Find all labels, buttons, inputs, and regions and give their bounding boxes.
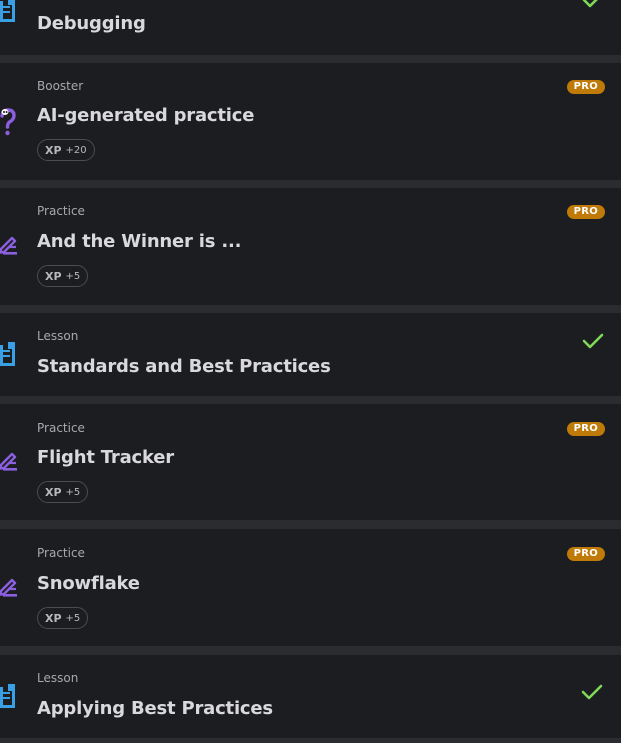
- list-item-and-the-winner-is[interactable]: Practice And the Winner is ... XP +5 PRO: [0, 188, 621, 305]
- item-title: Flight Tracker: [37, 447, 174, 468]
- list-item-debugging[interactable]: Debugging: [0, 0, 621, 55]
- pencil-icon: [0, 575, 18, 597]
- xp-label: XP: [45, 143, 62, 157]
- pro-badge: PRO: [566, 205, 605, 219]
- pencil-icon: [0, 233, 18, 255]
- lesson-doc-icon: [0, 684, 16, 710]
- question-mark-icon: [0, 107, 16, 137]
- xp-badge: XP +5: [37, 607, 89, 629]
- list-item-ai-generated-practice[interactable]: Booster AI-generated practice XP +20 PRO: [0, 63, 621, 180]
- list-item-snowflake[interactable]: Practice Snowflake XP +5 PRO: [0, 529, 621, 646]
- xp-label: XP: [45, 611, 62, 625]
- xp-value: +20: [65, 144, 87, 156]
- item-title: And the Winner is ...: [37, 231, 242, 252]
- item-type-label: Practice: [37, 204, 85, 218]
- xp-badge: XP +5: [37, 265, 89, 287]
- pencil-icon: [0, 449, 18, 471]
- check-icon: [581, 684, 603, 700]
- xp-value: +5: [65, 486, 81, 498]
- xp-badge: XP +5: [37, 481, 89, 503]
- check-icon: [582, 333, 604, 349]
- item-title: Standards and Best Practices: [37, 356, 331, 377]
- item-title: AI-generated practice: [37, 105, 255, 126]
- pro-badge: PRO: [566, 547, 605, 561]
- item-type-label: Lesson: [37, 671, 79, 685]
- item-type-label: Practice: [37, 546, 85, 560]
- item-type-label: Booster: [37, 79, 84, 93]
- pro-badge: PRO: [566, 80, 605, 94]
- xp-badge: XP +20: [37, 139, 95, 161]
- list-item-applying-best-practices[interactable]: Lesson Applying Best Practices: [0, 655, 621, 738]
- check-icon: [582, 0, 604, 8]
- xp-label: XP: [45, 485, 62, 499]
- xp-value: +5: [65, 270, 81, 282]
- xp-value: +5: [65, 612, 81, 624]
- pro-badge: PRO: [566, 422, 605, 436]
- xp-label: XP: [45, 269, 62, 283]
- item-type-label: Practice: [37, 421, 85, 435]
- lesson-doc-icon: [0, 0, 16, 24]
- lesson-doc-icon: [0, 342, 16, 368]
- list-item-standards-and-best-practices[interactable]: Lesson Standards and Best Practices: [0, 313, 621, 396]
- list-item-flight-tracker[interactable]: Practice Flight Tracker XP +5 PRO: [0, 404, 621, 520]
- item-title: Snowflake: [37, 573, 140, 594]
- item-type-label: Lesson: [37, 329, 79, 343]
- lesson-title: Debugging: [37, 13, 146, 34]
- item-title: Applying Best Practices: [37, 698, 273, 719]
